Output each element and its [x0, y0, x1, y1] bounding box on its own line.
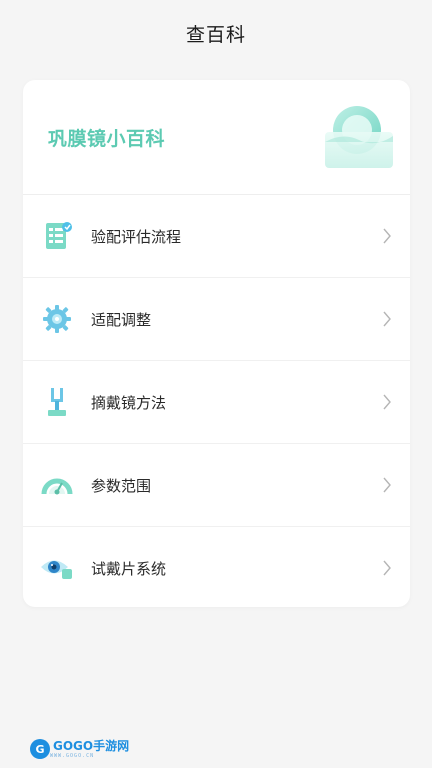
eye-icon [41, 560, 72, 579]
card-title: 巩膜镜小百科 [48, 128, 166, 150]
gear-icon [43, 305, 71, 333]
menu-item-label: 验配评估流程 [91, 227, 182, 246]
menu-item-label: 参数范围 [91, 476, 152, 495]
lens-tool-icon [48, 388, 66, 416]
menu-item-label: 试戴片系统 [91, 559, 167, 578]
chevron-right-icon [383, 228, 391, 244]
card-header: 巩膜镜小百科 [23, 80, 410, 195]
chevron-right-icon [383, 394, 391, 410]
menu-item-parameter-range[interactable]: 参数范围 [23, 444, 410, 527]
menu-item-label: 摘戴镜方法 [91, 393, 167, 412]
top-bar: 查百科 [0, 0, 432, 66]
menu-item-fit-adjustment[interactable]: 适配调整 [23, 278, 410, 361]
menu-item-label: 适配调整 [91, 310, 152, 329]
menu-item-fitting-process[interactable]: 验配评估流程 [23, 195, 410, 278]
menu-item-trial-lens-system[interactable]: 试戴片系统 [23, 527, 410, 607]
watermark-brand: GOGO手游网 [53, 738, 130, 753]
app-page: 查百科 巩膜镜小百科 验配评估流程 适配调整 摘戴镜方法 参数范围 试戴片系统 … [0, 0, 432, 768]
checklist-icon [46, 222, 72, 249]
page-title: 查百科 [185, 23, 246, 46]
menu-item-wear-removal-method[interactable]: 摘戴镜方法 [23, 361, 410, 444]
chevron-right-icon [383, 311, 391, 327]
chevron-right-icon [383, 477, 391, 493]
gauge-icon [41, 478, 73, 495]
watermark-logo: G GOGO手游网 WWW.GOGO.CN [30, 737, 129, 761]
chevron-right-icon [383, 560, 391, 576]
watermark-logo-icon: G [30, 739, 50, 759]
encyclopedia-card: 巩膜镜小百科 验配评估流程 适配调整 摘戴镜方法 参数范围 试戴片系统 [23, 80, 410, 607]
scleral-lens-illustration-icon [325, 106, 393, 168]
watermark-url: WWW.GOGO.CN [50, 752, 95, 759]
